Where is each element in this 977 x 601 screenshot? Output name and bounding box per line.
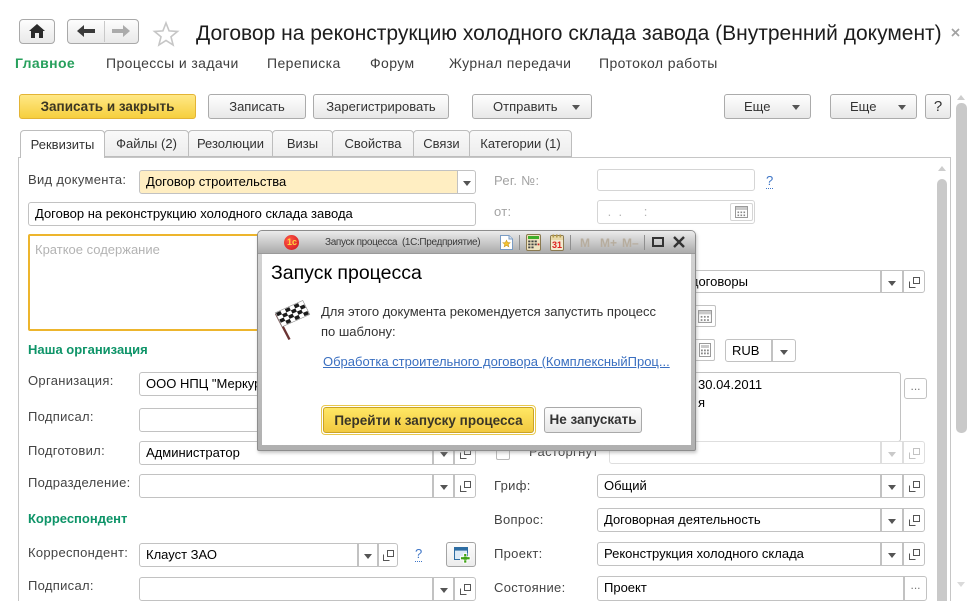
svg-text:31: 31 — [552, 240, 562, 250]
